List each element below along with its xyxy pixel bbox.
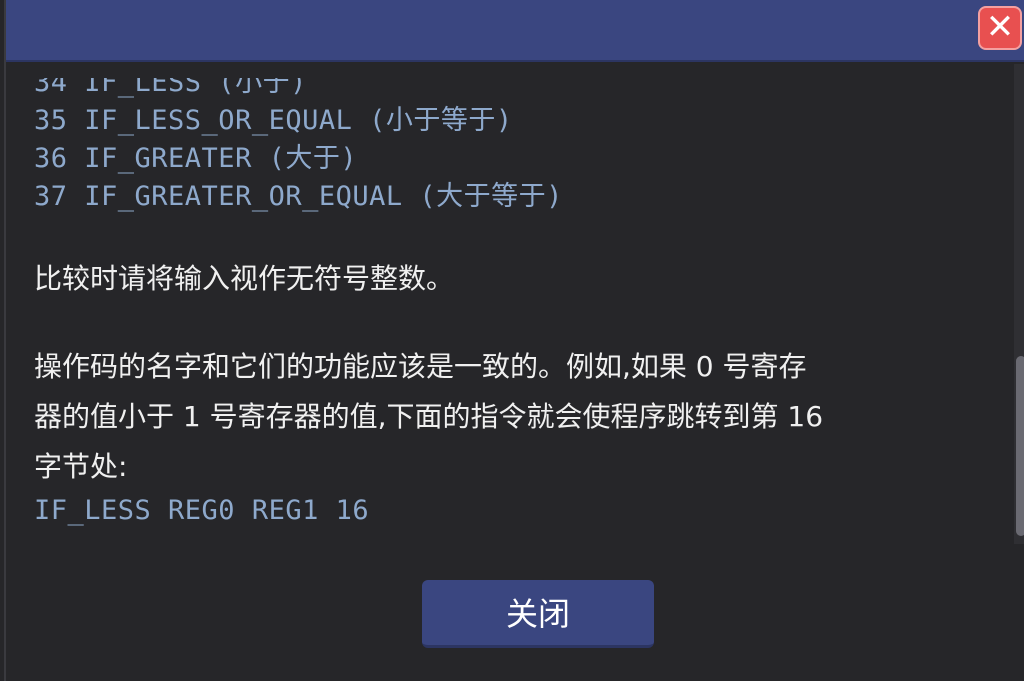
close-button[interactable]: 关闭 [422, 580, 654, 648]
paragraph-example-line: 字节处: [34, 450, 128, 483]
help-dialog: ✕ 34 IF_LESS (小于) 35 IF_LESS_OR_EQUAL (小… [4, 0, 1024, 681]
code-line: 36 IF_GREATER (大于) [34, 143, 358, 174]
scrollbar-thumb[interactable] [1016, 356, 1024, 536]
close-icon[interactable]: ✕ [978, 6, 1022, 50]
paragraph-example-line: 器的值小于 1 号寄存器的值,下面的指令就会使程序跳转到第 16 [34, 400, 824, 433]
code-line-partial: 34 IF_LESS (小于) [34, 78, 307, 98]
paragraph-example-line: 操作码的名字和它们的功能应该是一致的。例如,如果 0 号寄存 [34, 350, 807, 383]
paragraph-unsigned-note: 比较时请将输入视作无符号整数。 [34, 262, 455, 295]
example-code: IF_LESS REG0 REG1 16 [34, 495, 370, 526]
dialog-content: 34 IF_LESS (小于) 35 IF_LESS_OR_EQUAL (小于等… [30, 78, 1000, 544]
code-line: 35 IF_LESS_OR_EQUAL (小于等于) [34, 105, 513, 136]
vertical-scrollbar[interactable] [1014, 64, 1024, 544]
code-line: 37 IF_GREATER_OR_EQUAL (大于等于) [34, 181, 563, 212]
scroll-content: 34 IF_LESS (小于) 35 IF_LESS_OR_EQUAL (小于等… [34, 78, 996, 530]
dialog-titlebar: ✕ [6, 0, 1024, 62]
